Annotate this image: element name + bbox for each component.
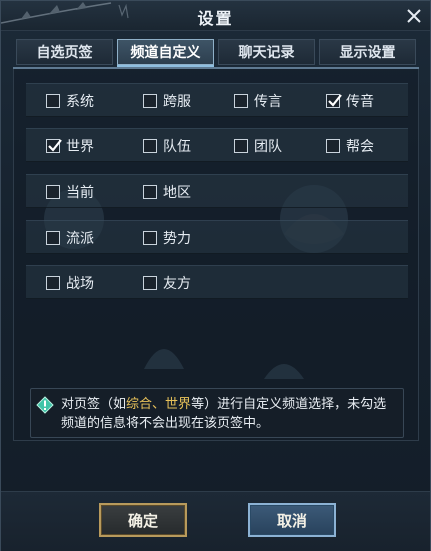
tab-custom-tabs[interactable]: 自选页签 bbox=[16, 39, 113, 65]
channel-label: 跨服 bbox=[163, 94, 191, 110]
notice-highlight-general: 综合 bbox=[126, 397, 153, 412]
channel-label: 友方 bbox=[163, 276, 191, 292]
confirm-button[interactable]: 确定 bbox=[99, 503, 187, 537]
tab-bar: 自选页签 频道自定义 聊天记录 显示设置 bbox=[16, 39, 416, 67]
cancel-button[interactable]: 取消 bbox=[248, 503, 336, 537]
channel-option[interactable]: 当前 bbox=[46, 183, 94, 201]
channel-option[interactable]: 世界 bbox=[46, 137, 94, 155]
channel-option[interactable]: 友方 bbox=[143, 274, 191, 292]
channel-option[interactable]: 流派 bbox=[46, 229, 94, 247]
channel-option[interactable]: 势力 bbox=[143, 229, 191, 247]
channel-checkbox[interactable] bbox=[46, 231, 60, 245]
checkmark-icon bbox=[48, 139, 62, 152]
channel-label: 流派 bbox=[66, 231, 94, 247]
channel-option[interactable]: 跨服 bbox=[143, 92, 191, 110]
tab-channel-custom[interactable]: 频道自定义 bbox=[117, 39, 214, 65]
channel-option[interactable]: 传音 bbox=[326, 92, 374, 110]
channel-label: 帮会 bbox=[346, 139, 374, 155]
channel-label: 地区 bbox=[163, 185, 191, 201]
notice-box: 对页签（如综合、世界等）进行自定义频道选择，未勾选频道的信息将不会出现在该页签中… bbox=[30, 388, 404, 438]
close-icon bbox=[407, 9, 421, 23]
channel-panel: 系统 跨服 传言 传音世界 队伍 团队 帮会当前 地区流派 势力战场 友方 对页签（如综合、世界等… bbox=[13, 69, 419, 441]
channel-checkbox[interactable] bbox=[234, 139, 248, 153]
channel-option[interactable]: 地区 bbox=[143, 183, 191, 201]
notice-text: 对页签（如综合、世界等）进行自定义频道选择，未勾选频道的信息将不会出现在该页签中… bbox=[61, 395, 397, 433]
tab-display-settings[interactable]: 显示设置 bbox=[319, 39, 416, 65]
channel-checkbox[interactable] bbox=[143, 276, 157, 290]
channel-label: 势力 bbox=[163, 231, 191, 247]
channel-checkbox[interactable] bbox=[46, 185, 60, 199]
channel-label: 系统 bbox=[66, 94, 94, 110]
channel-option[interactable]: 战场 bbox=[46, 274, 94, 292]
channel-checkbox[interactable] bbox=[326, 139, 340, 153]
channel-label: 传音 bbox=[346, 94, 374, 110]
channel-option[interactable]: 传言 bbox=[234, 92, 282, 110]
channel-checkbox[interactable] bbox=[234, 94, 248, 108]
channel-checkbox[interactable] bbox=[143, 231, 157, 245]
channel-checkbox[interactable] bbox=[46, 276, 60, 290]
channel-option[interactable]: 队伍 bbox=[143, 137, 191, 155]
channel-option[interactable]: 帮会 bbox=[326, 137, 374, 155]
channel-checkbox[interactable] bbox=[46, 139, 62, 153]
channel-row: 系统 跨服 传言 传音 bbox=[26, 83, 408, 117]
close-button[interactable] bbox=[404, 6, 424, 26]
channel-checkbox[interactable] bbox=[143, 185, 157, 199]
channel-checkbox[interactable] bbox=[326, 94, 342, 108]
channel-label: 世界 bbox=[66, 139, 94, 155]
channel-row: 当前 地区 bbox=[26, 174, 408, 208]
background-artwork bbox=[44, 185, 348, 379]
channel-row: 战场 友方 bbox=[26, 265, 408, 299]
channel-label: 团队 bbox=[254, 139, 282, 155]
channel-option[interactable]: 系统 bbox=[46, 92, 94, 110]
settings-window: 设置 自选页签 频道自定义 聊天记录 显示设置 系统 跨服 传言 传音世界 队伍 团队 帮会… bbox=[0, 0, 431, 551]
notice-highlight-world: 世界 bbox=[165, 397, 192, 412]
tab-chat-history[interactable]: 聊天记录 bbox=[218, 39, 315, 65]
channel-label: 当前 bbox=[66, 185, 94, 201]
channel-option[interactable]: 团队 bbox=[234, 137, 282, 155]
channel-label: 队伍 bbox=[163, 139, 191, 155]
info-diamond-icon bbox=[36, 396, 54, 414]
channel-label: 战场 bbox=[66, 276, 94, 292]
notice-part1: 对页签（如 bbox=[61, 397, 127, 412]
channel-checkbox[interactable] bbox=[143, 94, 157, 108]
checkmark-icon bbox=[328, 94, 342, 107]
title-bar[interactable]: 设置 bbox=[1, 1, 430, 31]
notice-separator: 、 bbox=[152, 397, 166, 412]
window-title: 设置 bbox=[197, 9, 234, 28]
channel-row: 流派 势力 bbox=[26, 220, 408, 254]
channel-label: 传言 bbox=[254, 94, 282, 110]
channel-checkbox[interactable] bbox=[46, 94, 60, 108]
channel-row: 世界 队伍 团队 帮会 bbox=[26, 128, 408, 162]
channel-checkbox[interactable] bbox=[143, 139, 157, 153]
footer-bar bbox=[1, 491, 430, 551]
